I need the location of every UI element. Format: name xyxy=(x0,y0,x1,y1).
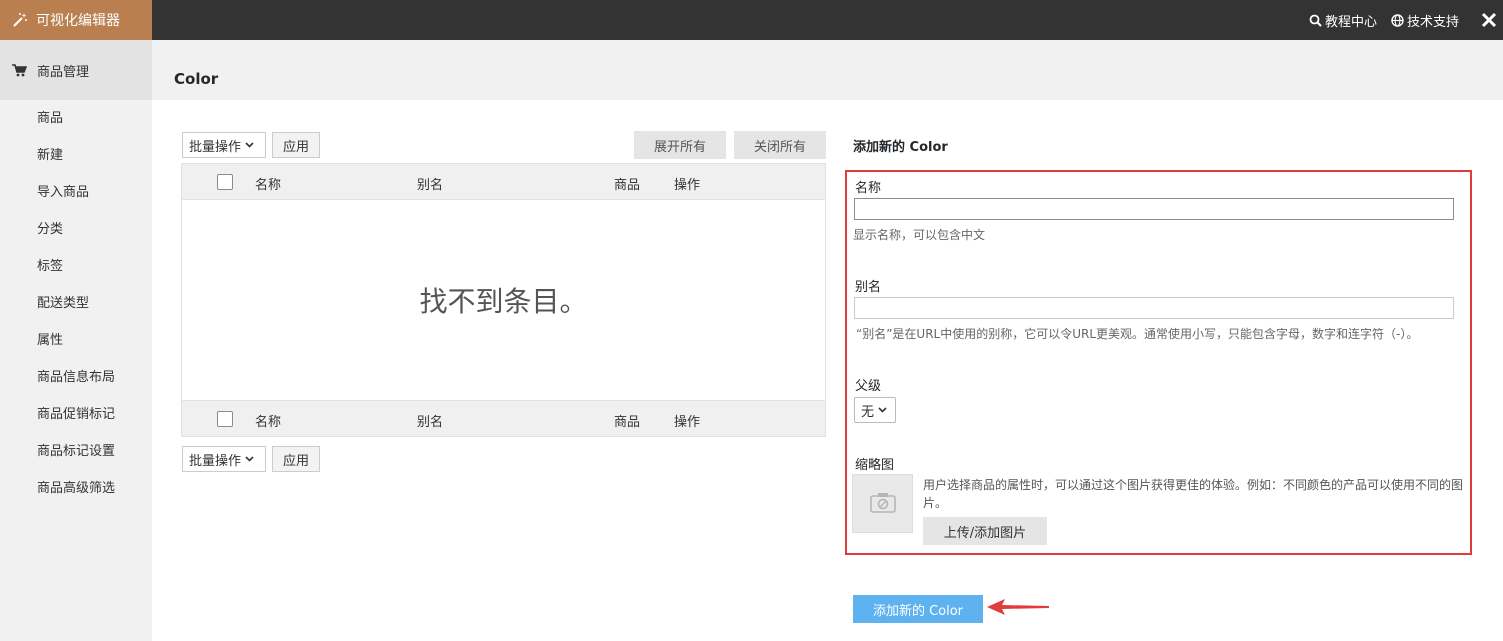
sidebar-item-new[interactable]: 新建 xyxy=(0,137,152,174)
table-footer-row: 名称 别名 商品 操作 xyxy=(182,400,825,436)
sidebar-item-advanced-filter[interactable]: 商品高级筛选 xyxy=(0,470,152,507)
chevron-down-icon xyxy=(245,456,254,462)
column-name[interactable]: 名称 xyxy=(255,174,281,193)
globe-icon xyxy=(1391,13,1404,27)
bulk-action-select-bottom[interactable]: 批量操作 xyxy=(182,446,266,472)
column-actions: 操作 xyxy=(674,178,701,193)
column-products[interactable]: 商品 xyxy=(614,174,640,193)
thumbnail-label: 缩略图 xyxy=(855,458,895,473)
name-input[interactable] xyxy=(854,198,1454,220)
slug-hint: “别名”是在URL中使用的别称，它可以令URL更美观。通常使用小写，只能包含字母… xyxy=(856,327,1419,341)
close-icon[interactable] xyxy=(1479,10,1499,30)
parent-select[interactable]: 无 xyxy=(854,397,896,423)
sidebar-item-tags[interactable]: 标签 xyxy=(0,248,152,285)
search-icon xyxy=(1309,14,1322,27)
sidebar-item-products[interactable]: 商品 xyxy=(0,100,152,137)
tutorial-link-label: 教程中心 xyxy=(1324,14,1377,30)
sidebar-item-categories[interactable]: 分类 xyxy=(0,211,152,248)
apply-button-top[interactable]: 应用 xyxy=(272,132,320,158)
support-link-label: 技术支持 xyxy=(1406,14,1459,30)
bulk-action-label: 批量操作 xyxy=(189,139,242,155)
thumbnail-placeholder[interactable] xyxy=(852,474,913,533)
cart-icon xyxy=(12,63,27,76)
arrow-left-icon xyxy=(987,599,1049,615)
sidebar-item-mark-settings[interactable]: 商品标记设置 xyxy=(0,433,152,470)
support-link[interactable]: 技术支持 xyxy=(1391,11,1459,30)
sidebar-header[interactable]: 商品管理 xyxy=(0,40,152,100)
top-right-links: 教程中心 技术支持 xyxy=(1309,0,1503,40)
terms-table: 名称 别名 商品 操作 找不到条目。 名称 别名 商品 操作 xyxy=(181,163,826,437)
expand-all-button[interactable]: 展开所有 xyxy=(634,131,726,159)
app-title: 可视化编辑器 xyxy=(36,13,120,29)
name-label: 名称 xyxy=(855,181,882,196)
thumbnail-description: 用户选择商品的属性时，可以通过这个图片获得更佳的体验。例如：不同颜色的产品可以使… xyxy=(923,478,1464,510)
table-header-row: 名称 别名 商品 操作 xyxy=(182,164,825,200)
collapse-all-button[interactable]: 关闭所有 xyxy=(734,131,826,159)
name-hint: 显示名称，可以包含中文 xyxy=(853,228,986,242)
no-image-icon xyxy=(869,492,896,513)
sidebar-item-shipping[interactable]: 配送类型 xyxy=(0,285,152,322)
bulk-action-select-top[interactable]: 批量操作 xyxy=(182,132,266,158)
page-title: Color xyxy=(174,70,219,88)
column-slug-bottom[interactable]: 别名 xyxy=(417,411,443,430)
apply-button-bottom[interactable]: 应用 xyxy=(272,446,320,472)
main-header: Color xyxy=(152,40,1503,100)
chevron-down-icon xyxy=(245,142,254,148)
bulk-action-label-bottom: 批量操作 xyxy=(189,453,242,469)
sidebar-item-import[interactable]: 导入商品 xyxy=(0,174,152,211)
tutorial-link[interactable]: 教程中心 xyxy=(1309,11,1377,30)
chevron-down-icon xyxy=(878,407,887,413)
column-name-bottom[interactable]: 名称 xyxy=(255,411,281,430)
column-slug[interactable]: 别名 xyxy=(417,174,443,193)
parent-select-value: 无 xyxy=(861,404,875,420)
slug-input[interactable] xyxy=(854,297,1454,319)
add-new-color-button[interactable]: 添加新的 Color xyxy=(853,595,983,623)
sidebar-item-attributes[interactable]: 属性 xyxy=(0,322,152,359)
parent-label: 父级 xyxy=(855,379,882,394)
select-all-checkbox-bottom[interactable] xyxy=(217,411,233,427)
empty-message: 找不到条目。 xyxy=(419,285,588,318)
slug-label: 别名 xyxy=(855,280,882,295)
sidebar-header-label: 商品管理 xyxy=(37,64,90,80)
magic-wand-icon xyxy=(13,13,27,27)
sidebar-item-layout[interactable]: 商品信息布局 xyxy=(0,359,152,396)
column-products-bottom[interactable]: 商品 xyxy=(614,411,640,430)
sidebar-item-promo-marks[interactable]: 商品促销标记 xyxy=(0,396,152,433)
form-title: 添加新的 Color xyxy=(853,140,948,155)
sidebar: 商品管理 商品 新建 导入商品 分类 标签 配送类型 属性 商品信息布局 商品促… xyxy=(0,40,152,641)
upload-image-button[interactable]: 上传/添加图片 xyxy=(923,517,1047,545)
select-all-checkbox[interactable] xyxy=(217,174,233,190)
column-actions-bottom: 操作 xyxy=(674,415,701,430)
app-brand[interactable]: 可视化编辑器 xyxy=(0,0,152,40)
top-bar: 可视化编辑器 教程中心 技术支持 xyxy=(0,0,1503,40)
